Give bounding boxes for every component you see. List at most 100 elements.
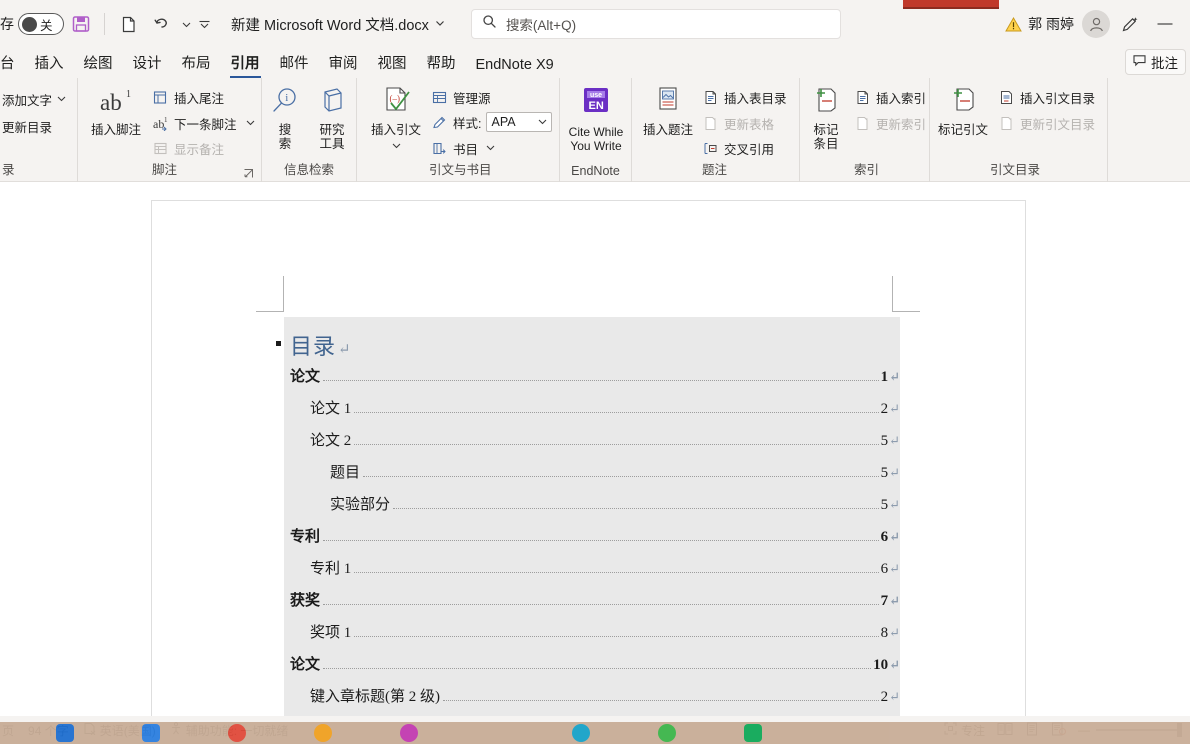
insert-table-of-authorities-label: 插入引文目录 [1020, 91, 1096, 106]
toc-leader-dots [354, 571, 879, 573]
taskbar-item[interactable] [882, 722, 968, 744]
toc-entry-text: 键入章标题(第 2 级) [310, 689, 440, 705]
taskbar-item[interactable] [280, 722, 366, 744]
toc-entry[interactable]: 键入章标题(第 2 级) 2 ↵ [284, 685, 900, 716]
taskbar-item[interactable] [538, 722, 624, 744]
app-icon[interactable] [56, 724, 74, 742]
ribbon-button-mark-citation[interactable]: 标记引文 [932, 86, 994, 138]
tab-layout[interactable]: 布局 [172, 52, 221, 78]
dialog-launcher-icon[interactable] [243, 166, 255, 178]
ribbon-button-insert-table-of-authorities[interactable]: 插入引文目录 [998, 86, 1095, 108]
ribbon-button-insert-endnote[interactable]: 插入尾注 [152, 86, 224, 108]
tab-endnote-x9[interactable]: EndNote X9 [466, 57, 564, 78]
researcher-label: 研究 工具 [319, 123, 345, 151]
chevron-down-icon[interactable] [538, 115, 547, 129]
toc-leader-dots [354, 411, 879, 413]
toc-entry[interactable]: 实验部分 5 ↵ [284, 493, 900, 525]
svg-text:!: ! [866, 118, 868, 125]
pen-annotate-icon[interactable] [1112, 7, 1146, 41]
document-page[interactable]: 目录 ↵ 论文 1 ↵ 论文 1 2 ↵ 论文 2 5 ↵ 题目 5 ↵ 实验部… [151, 200, 1026, 716]
avatar[interactable] [1082, 10, 1110, 38]
paragraph-mark-icon: ↵ [889, 625, 900, 640]
tab-home[interactable]: 台 [0, 52, 25, 78]
chevron-down-icon[interactable] [57, 92, 66, 106]
margin-mark-top-left-vertical [283, 276, 284, 312]
ribbon-citation-style-row[interactable]: 样式: APA [431, 111, 553, 133]
chevron-down-icon[interactable] [392, 139, 401, 154]
tab-review[interactable]: 审阅 [319, 52, 368, 78]
windows-taskbar[interactable] [0, 722, 1190, 744]
undo-chevron-down-icon[interactable] [179, 7, 193, 41]
customize-quick-access-icon[interactable] [193, 7, 215, 41]
autosave-toggle[interactable]: 关 [18, 13, 64, 35]
ribbon-button-insert-index[interactable]: 插入索引 [854, 86, 926, 108]
app-icon[interactable] [142, 724, 160, 742]
toc-entry[interactable]: 论文 1 ↵ [284, 365, 900, 397]
app-icon[interactable] [744, 724, 762, 742]
new-document-icon[interactable] [111, 7, 145, 41]
toc-entry[interactable]: 论文 1 2 ↵ [284, 397, 900, 429]
toc-leader-dots [323, 667, 872, 669]
taskbar-item[interactable] [194, 722, 280, 744]
ribbon-button-smart-lookup[interactable]: i 搜索 [262, 86, 308, 151]
taskbar-item[interactable] [452, 722, 538, 744]
tab-help[interactable]: 帮助 [417, 52, 466, 78]
ribbon-button-mark-entry[interactable]: 标记 条目 [802, 86, 850, 151]
tab-insert[interactable]: 插入 [25, 52, 74, 78]
citation-style-select[interactable]: APA [486, 112, 553, 132]
tab-view[interactable]: 视图 [368, 52, 417, 78]
taskbar-item[interactable] [624, 722, 710, 744]
ribbon-group-index: 标记 条目 插入索引 ! 更新索引 索引 [800, 78, 930, 182]
chevron-down-icon[interactable] [486, 141, 495, 155]
toc-entry[interactable]: 获奖 7 ↵ [284, 589, 900, 621]
ribbon-button-researcher[interactable]: 研究 工具 [308, 86, 356, 151]
toc-entry[interactable]: 题目 5 ↵ [284, 461, 900, 493]
toc-entry-page: 5 [880, 465, 889, 481]
ribbon-button-bibliography[interactable]: 书目 [431, 137, 495, 159]
ribbon-button-add-text[interactable]: 添加文字 [2, 88, 66, 110]
taskbar-item[interactable] [366, 722, 452, 744]
insert-index-icon [854, 89, 871, 106]
ribbon-button-cross-reference[interactable]: 交叉引用 [702, 137, 774, 159]
comments-button[interactable]: 批注 [1125, 49, 1186, 75]
warning-icon[interactable] [1005, 16, 1022, 33]
ribbon-button-update-toc[interactable]: 更新目录 [2, 115, 52, 137]
taskbar-item[interactable] [968, 722, 1068, 744]
taskbar-item[interactable] [0, 722, 22, 744]
toc-entry-page: 2 [880, 401, 889, 417]
ribbon-button-insert-citation[interactable]: (–) 插入引文 [365, 86, 427, 154]
taskbar-item[interactable] [108, 722, 194, 744]
taskbar-item[interactable] [22, 722, 108, 744]
undo-icon[interactable] [145, 7, 179, 41]
ribbon-button-insert-caption[interactable]: 插入题注 [636, 86, 700, 138]
app-icon[interactable] [314, 724, 332, 742]
ribbon-button-next-footnote[interactable]: ab 1 下一条脚注 [152, 112, 255, 134]
toc-entry[interactable]: 论文 10 ↵ [284, 653, 900, 685]
document-title-button[interactable]: 新建 Microsoft Word 文档.docx [231, 14, 445, 35]
tab-mailings[interactable]: 邮件 [270, 52, 319, 78]
table-of-contents-field[interactable]: 目录 ↵ 论文 1 ↵ 论文 1 2 ↵ 论文 2 5 ↵ 题目 5 ↵ 实验部… [284, 317, 900, 716]
toc-entry[interactable]: 奖项 1 8 ↵ [284, 621, 900, 653]
ribbon-button-manage-sources[interactable]: 管理源 [431, 86, 491, 108]
app-icon[interactable] [228, 724, 246, 742]
save-icon[interactable] [64, 7, 98, 41]
taskbar-item[interactable] [796, 722, 882, 744]
search-input[interactable]: 搜索(Alt+Q) [470, 9, 841, 39]
document-canvas[interactable]: 目录 ↵ 论文 1 ↵ 论文 1 2 ↵ 论文 2 5 ↵ 题目 5 ↵ 实验部… [0, 182, 1190, 716]
toc-entry[interactable]: 专利 1 6 ↵ [284, 557, 900, 589]
app-icon[interactable] [658, 724, 676, 742]
minimize-button[interactable]: — [1148, 7, 1182, 41]
app-icon[interactable] [572, 724, 590, 742]
chevron-down-icon[interactable] [435, 16, 445, 32]
tab-design[interactable]: 设计 [123, 52, 172, 78]
toc-entry[interactable]: 论文 2 5 ↵ [284, 429, 900, 461]
chevron-down-icon[interactable] [246, 116, 255, 130]
ribbon-button-cite-while-you-write[interactable]: use EN Cite While You Write [560, 86, 632, 153]
taskbar-item[interactable] [710, 722, 796, 744]
app-icon[interactable] [400, 724, 418, 742]
tab-draw[interactable]: 绘图 [74, 52, 123, 78]
tab-references[interactable]: 引用 [221, 52, 270, 78]
ribbon-button-insert-table-of-figures[interactable]: 插入表目录 [702, 86, 787, 108]
ribbon-button-insert-footnote[interactable]: ab 1 插入脚注 [84, 86, 148, 138]
toc-entry[interactable]: 专利 6 ↵ [284, 525, 900, 557]
